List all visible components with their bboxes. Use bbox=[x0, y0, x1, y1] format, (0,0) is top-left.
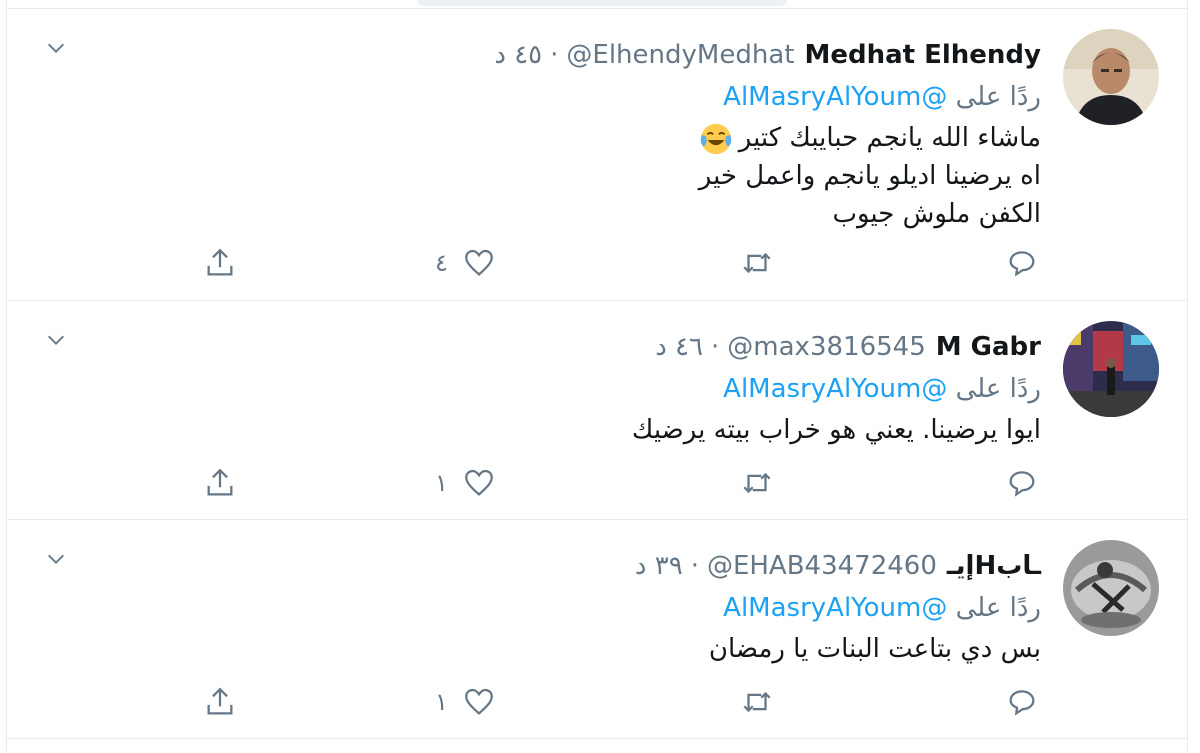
retweet-button[interactable] bbox=[740, 461, 774, 505]
like-button[interactable]: ١ bbox=[435, 461, 496, 505]
mention-link[interactable]: @AlMasryAlYoum bbox=[723, 82, 947, 112]
tweet[interactable]: ٣٩ د · @EHAB43472460 إيـHـاب ردًا على @A… bbox=[7, 520, 1187, 739]
chevron-down-icon bbox=[48, 43, 64, 53]
reply-button[interactable] bbox=[1005, 461, 1039, 505]
more-options-caret[interactable] bbox=[41, 325, 71, 355]
avatar-image bbox=[1063, 540, 1159, 636]
separator-dot: · bbox=[690, 551, 699, 581]
separator-dot: · bbox=[711, 332, 720, 362]
reply-button[interactable] bbox=[1005, 680, 1039, 724]
reply-bubble-icon bbox=[1009, 251, 1035, 277]
tweet[interactable]: ٤٦ د · @max3816545 M Gabr ردًا على @AlMa… bbox=[7, 301, 1187, 520]
tweet-line: اه يرضينا اديلو يانجم واعمل خير bbox=[698, 161, 1041, 191]
retweet-icon bbox=[743, 472, 771, 494]
tweet-line-text: ماشاء الله يانجم حبايبك كتير bbox=[738, 123, 1041, 153]
share-button[interactable] bbox=[203, 461, 237, 505]
like-button[interactable]: ٤ bbox=[435, 241, 496, 285]
tweet-actions: ١ bbox=[7, 461, 1187, 505]
reply-prefix: ردًا على bbox=[955, 593, 1041, 623]
heart-icon bbox=[465, 249, 493, 276]
retweet-icon bbox=[743, 691, 771, 713]
chevron-down-icon bbox=[48, 554, 64, 564]
tweet-line: بس دي بتاعت البنات يا رمضان bbox=[708, 634, 1041, 664]
reply-prefix: ردًا على bbox=[955, 374, 1041, 404]
replying-to: ردًا على @AlMasryAlYoum bbox=[723, 371, 1041, 407]
avatar[interactable] bbox=[1063, 540, 1159, 636]
face-with-tears-of-joy-emoji bbox=[700, 123, 731, 154]
like-count: ٤ bbox=[435, 249, 448, 277]
heart-icon bbox=[465, 469, 493, 496]
retweet-button[interactable] bbox=[740, 680, 774, 724]
share-button[interactable] bbox=[203, 241, 237, 285]
like-button[interactable]: ١ bbox=[435, 680, 496, 724]
heart-icon bbox=[465, 688, 493, 715]
timestamp[interactable]: ٣٩ د bbox=[635, 548, 683, 584]
replies-feed: ٤٥ د · @ElhendyMedhat Medhat Elhendy ردً… bbox=[6, 0, 1188, 753]
avatar-image bbox=[1063, 321, 1159, 417]
share-button[interactable] bbox=[203, 680, 237, 724]
like-count: ١ bbox=[435, 688, 448, 716]
avatar-image bbox=[1063, 29, 1159, 125]
tweet-text: ايوا يرضينا. يعني هو خراب بيته يرضيك bbox=[632, 411, 1041, 449]
tweet[interactable]: ٤٥ د · @ElhendyMedhat Medhat Elhendy ردً… bbox=[7, 9, 1187, 301]
separator-dot: · bbox=[550, 40, 559, 70]
retweet-icon bbox=[743, 252, 771, 274]
user-handle[interactable]: @ElhendyMedhat bbox=[566, 37, 794, 73]
user-name[interactable]: إيـHـاب bbox=[947, 548, 1041, 584]
replying-to: ردًا على @AlMasryAlYoum bbox=[723, 590, 1041, 626]
mention-link[interactable]: @AlMasryAlYoum bbox=[723, 593, 947, 623]
tweet-header: ٣٩ د · @EHAB43472460 إيـHـاب bbox=[635, 548, 1041, 584]
tweet-actions: ٤ bbox=[7, 241, 1187, 285]
tweet-line: ايوا يرضينا. يعني هو خراب بيته يرضيك bbox=[631, 415, 1041, 445]
reply-button[interactable] bbox=[1005, 241, 1039, 285]
timestamp[interactable]: ٤٥ د bbox=[494, 37, 542, 73]
share-upload-icon bbox=[207, 468, 233, 496]
tweet-header: ٤٥ د · @ElhendyMedhat Medhat Elhendy bbox=[494, 37, 1041, 73]
reply-bubble-icon bbox=[1009, 471, 1035, 497]
chevron-down-icon bbox=[48, 335, 64, 345]
reply-bubble-icon bbox=[1009, 690, 1035, 716]
avatar[interactable] bbox=[1063, 321, 1159, 417]
tweet-line: الكفن ملوش جيوب bbox=[832, 199, 1041, 229]
mention-link[interactable]: @AlMasryAlYoum bbox=[723, 374, 947, 404]
user-name[interactable]: M Gabr bbox=[936, 329, 1041, 365]
tweet-text: ماشاء الله يانجم حبايبك كتير اه يرضينا ا… bbox=[693, 119, 1041, 233]
top-overlay bbox=[417, 0, 787, 6]
reply-prefix: ردًا على bbox=[955, 82, 1041, 112]
like-count: ١ bbox=[435, 469, 448, 497]
user-handle[interactable]: @max3816545 bbox=[727, 329, 925, 365]
tweet-actions: ١ bbox=[7, 680, 1187, 724]
replying-to: ردًا على @AlMasryAlYoum bbox=[723, 79, 1041, 115]
share-upload-icon bbox=[207, 248, 233, 276]
retweet-button[interactable] bbox=[740, 241, 774, 285]
user-handle[interactable]: @EHAB43472460 bbox=[707, 548, 937, 584]
timestamp[interactable]: ٤٦ د bbox=[655, 329, 703, 365]
tweet-header: ٤٦ د · @max3816545 M Gabr bbox=[655, 329, 1041, 365]
avatar[interactable] bbox=[1063, 29, 1159, 125]
share-upload-icon bbox=[207, 687, 233, 715]
tweet-text: بس دي بتاعت البنات يا رمضان bbox=[709, 630, 1041, 668]
more-options-caret[interactable] bbox=[41, 544, 71, 574]
more-options-caret[interactable] bbox=[41, 33, 71, 63]
user-name[interactable]: Medhat Elhendy bbox=[804, 37, 1041, 73]
tweet-line: ماشاء الله يانجم حبايبك كتير bbox=[693, 119, 1041, 157]
